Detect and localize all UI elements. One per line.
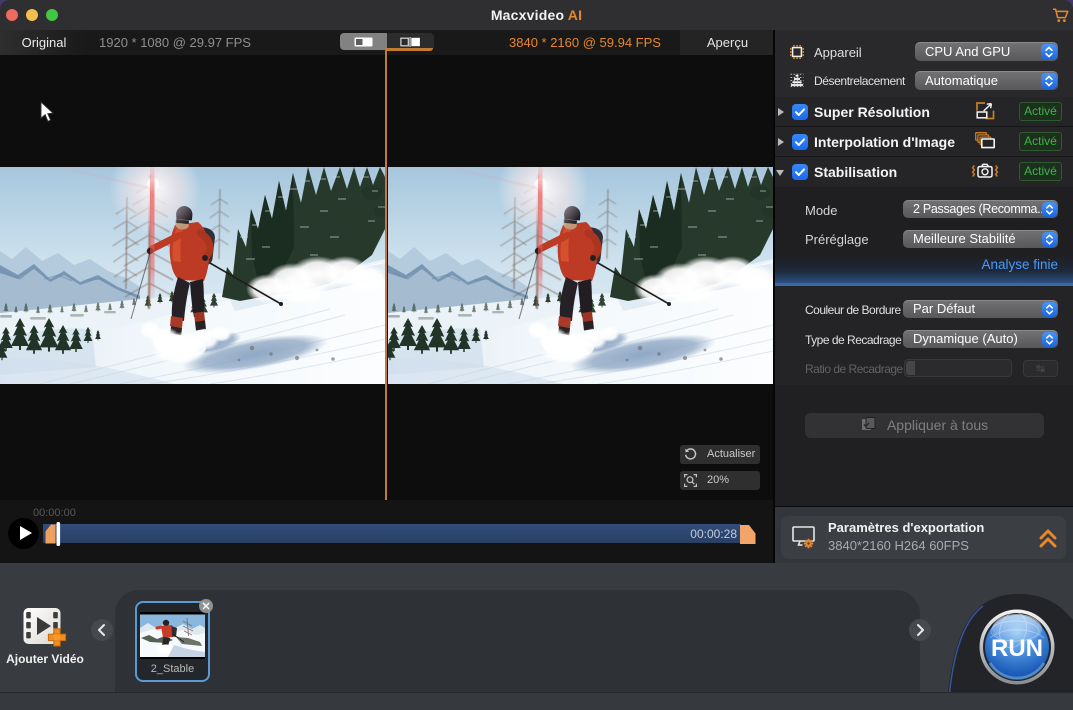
- svg-text:RUN: RUN: [991, 635, 1043, 662]
